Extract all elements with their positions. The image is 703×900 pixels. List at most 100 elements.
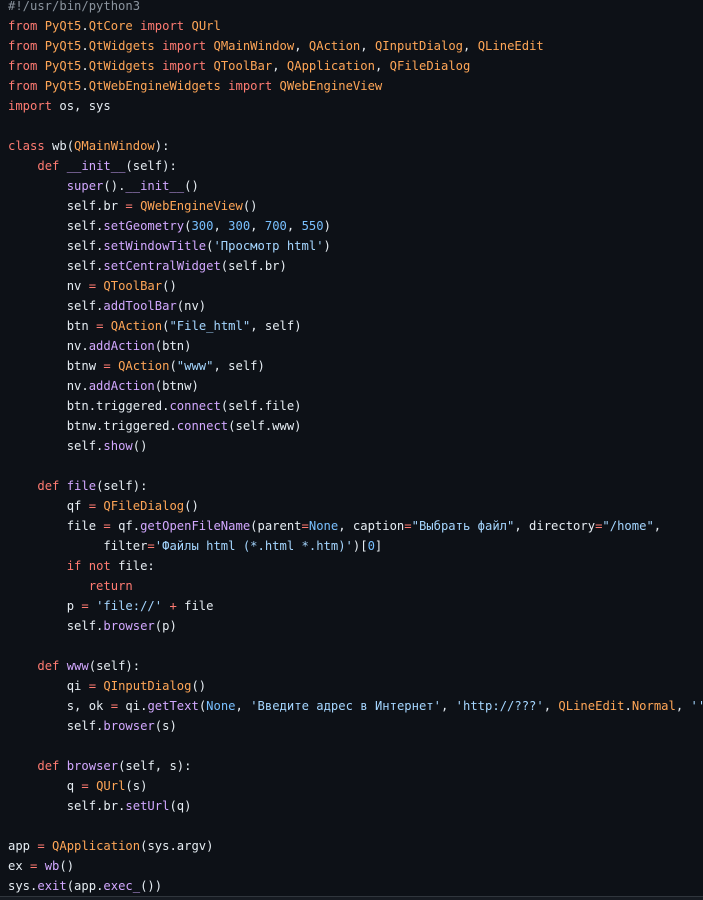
code-token: qi — [8, 679, 89, 693]
code-line: qi = QInputDialog() — [0, 680, 703, 700]
code-token: = — [88, 279, 97, 293]
code-token: exit — [37, 879, 67, 893]
code-token: browser — [66, 759, 119, 773]
code-token: qf. — [110, 519, 141, 533]
code-token: qi. — [118, 699, 148, 713]
code-token: file — [8, 519, 104, 533]
code-token: nv. — [8, 379, 89, 393]
code-token: getOpenFileName — [140, 519, 251, 533]
code-line: return — [0, 580, 703, 600]
code-block: #!/usr/bin/python3 from PyQt5.QtCore impo… — [0, 0, 703, 900]
code-token: QToolBar — [103, 279, 163, 293]
code-token: QWebEngineView — [140, 199, 243, 213]
code-token: self. — [8, 719, 104, 733]
code-token: () — [59, 859, 75, 873]
code-token: , — [286, 219, 302, 233]
code-token: PyQt5 — [44, 59, 82, 73]
code-token: 300 — [228, 219, 251, 233]
horizontal-scrollbar[interactable] — [0, 896, 703, 900]
code-token: btnw — [8, 359, 104, 373]
code-token: from — [8, 39, 38, 53]
code-token: QMainWindow — [213, 39, 295, 53]
code-token: super — [66, 179, 104, 193]
code-token: self. — [8, 619, 104, 633]
code-line: nv.addAction(btnw) — [0, 380, 703, 400]
code-token: (btnw) — [154, 379, 199, 393]
code-token: qf — [8, 499, 89, 513]
code-token: self. — [8, 219, 104, 233]
code-token: self. — [8, 299, 104, 313]
code-token: ()) — [140, 879, 163, 893]
code-token: filter — [8, 539, 148, 553]
code-token: , — [374, 59, 390, 73]
code-token: , self) — [250, 319, 302, 333]
code-token: 550 — [301, 219, 324, 233]
code-token: if — [66, 559, 82, 573]
code-token: 300 — [191, 219, 214, 233]
code-line: self.setGeometry(300, 300, 700, 550) — [0, 220, 703, 240]
code-token: self. — [8, 439, 104, 453]
code-token: not — [88, 559, 111, 573]
code-token: , — [675, 699, 691, 713]
code-token: file — [66, 479, 97, 493]
code-token: return — [88, 579, 133, 593]
code-token: getText — [147, 699, 199, 713]
code-token: www — [66, 659, 89, 673]
code-token: QApplication — [286, 59, 375, 73]
code-token: + — [169, 599, 177, 613]
code-token: show — [103, 439, 133, 453]
code-token: sys. — [8, 879, 38, 893]
code-token: browser — [103, 619, 155, 633]
code-line: qf = QFileDialog() — [0, 500, 703, 520]
code-line: p = 'file://' + file — [0, 600, 703, 620]
code-token: (self): — [125, 159, 177, 173]
code-token: from — [8, 79, 38, 93]
code-token: , — [463, 39, 478, 53]
code-token: import — [162, 39, 207, 53]
code-token: Normal — [631, 699, 676, 713]
code-token: browser — [103, 719, 155, 733]
code-token: . — [81, 39, 89, 53]
code-token: QLineEdit — [477, 39, 544, 53]
code-token: , — [272, 59, 287, 73]
code-line: filter='Файлы html (*.html *.htm)')[0] — [0, 540, 703, 560]
code-token: 'Файлы html (*.html *.htm)' — [154, 539, 353, 553]
code-line: def browser(self, s): — [0, 760, 703, 780]
code-token: exec_ — [103, 879, 141, 893]
code-token: def — [37, 659, 60, 673]
code-token: '' — [690, 699, 703, 713]
code-token: q — [8, 779, 82, 793]
code-line: nv.addAction(btn) — [0, 340, 703, 360]
code-token: , directory — [514, 519, 596, 533]
code-token: , — [235, 699, 251, 713]
code-token: 700 — [264, 219, 287, 233]
code-token: QtWidgets — [88, 59, 155, 73]
code-token: , caption — [338, 519, 405, 533]
code-token: ): — [154, 139, 170, 153]
code-token: QtWidgets — [88, 39, 155, 53]
code-line: #!/usr/bin/python3 — [0, 0, 703, 20]
code-token: QToolBar — [213, 59, 273, 73]
code-token: QUrl — [96, 779, 126, 793]
code-token: import — [162, 59, 207, 73]
code-token: 'Просмотр html' — [213, 239, 324, 253]
code-token: file — [176, 599, 214, 613]
code-token: QMainWindow — [74, 139, 155, 153]
code-token: (self): — [96, 479, 148, 493]
code-token: PyQt5 — [44, 79, 82, 93]
code-token: () — [132, 439, 148, 453]
code-token: QFileDialog — [103, 499, 185, 513]
